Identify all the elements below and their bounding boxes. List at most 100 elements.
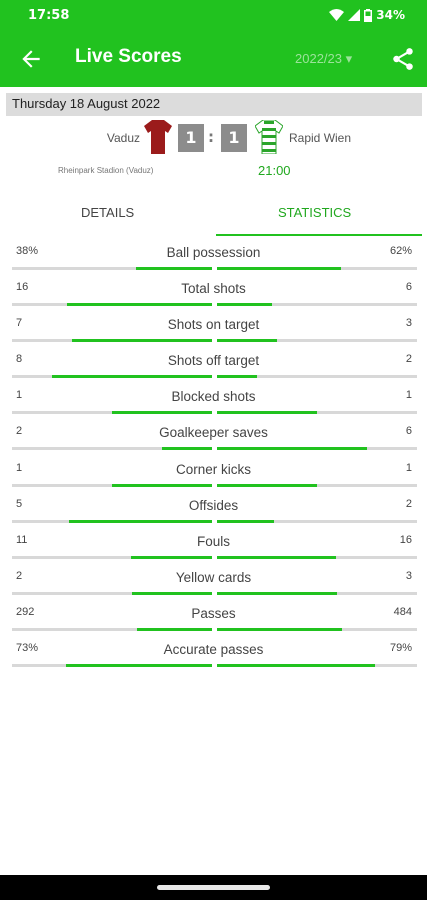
stat-away-bar [217, 591, 337, 595]
stat-label: Accurate passes [163, 642, 264, 658]
stat-home-bar-track [12, 555, 212, 559]
stat-home-bar-track [12, 375, 212, 379]
stat-away-bar-track [217, 664, 417, 668]
statistics-list: 38% Ball possession 62% 16 Total shots 6 7 Shot… [0, 240, 427, 673]
stat-away-value: 6 [405, 281, 412, 294]
stat-away-bar-track [217, 519, 417, 523]
score-separator: : [208, 128, 214, 146]
arrow-back-icon[interactable] [18, 46, 44, 72]
stat-home-bar [112, 483, 212, 487]
stat-row: 1 Corner kicks 1 [0, 457, 427, 493]
stat-home-bar [130, 555, 212, 559]
stat-home-bar-track [12, 447, 212, 451]
stat-away-bar [217, 555, 336, 559]
stat-row: 2 Yellow cards 3 [0, 565, 427, 601]
stat-away-value: 79% [389, 642, 412, 655]
tab-indicator [216, 234, 422, 236]
stat-home-bar [66, 664, 212, 668]
stat-away-value: 2 [405, 353, 412, 366]
stat-away-value: 484 [393, 605, 412, 618]
stat-home-bar-track [12, 519, 212, 523]
stat-row: 73% Accurate passes 79% [0, 637, 427, 673]
stat-home-bar-track [12, 483, 212, 487]
stat-row: 11 Fouls 16 [0, 529, 427, 565]
stat-home-bar [136, 267, 212, 270]
stat-away-bar [217, 483, 317, 487]
stat-label: Goalkeeper saves [159, 425, 268, 441]
stat-away-value: 2 [405, 497, 412, 510]
stat-row: 8 Shots off target 2 [0, 348, 427, 384]
status-bar: 17:58 34% [0, 0, 427, 33]
battery-icon [364, 8, 373, 22]
home-gesture-handle[interactable] [157, 885, 270, 890]
tab-statistics[interactable]: STATISTICS [278, 205, 351, 220]
away-shirt-icon [255, 120, 283, 154]
stat-label: Shots on target [167, 317, 260, 333]
season-selector[interactable]: 2022/23 ▾ [295, 51, 352, 67]
away-score: 1 [221, 124, 247, 152]
home-shirt-icon [144, 120, 172, 154]
away-team-name: Rapid Wien [289, 131, 352, 145]
stat-home-bar-track [12, 591, 212, 595]
stat-away-bar-track [217, 375, 417, 379]
stat-home-bar [66, 303, 212, 307]
stat-home-bar [52, 375, 212, 379]
stat-away-bar [217, 627, 342, 631]
stat-away-value: 1 [405, 389, 412, 402]
stat-home-bar [162, 447, 212, 451]
stat-away-bar-track [217, 447, 417, 451]
stat-label: Blocked shots [171, 389, 256, 405]
stat-away-bar [217, 411, 317, 415]
match-date-bar: Thursday 18 August 2022 [6, 93, 422, 116]
stat-home-bar-track [12, 411, 212, 415]
stat-row: 7 Shots on target 3 [0, 312, 427, 348]
stat-label: Corner kicks [175, 461, 251, 477]
stat-away-value: 1 [405, 461, 412, 474]
stat-home-bar-track [12, 303, 212, 307]
stat-away-value: 3 [405, 317, 412, 330]
stat-away-bar-track [217, 411, 417, 415]
stat-row: 1 Blocked shots 1 [0, 384, 427, 420]
stat-label: Shots off target [167, 353, 260, 369]
stat-home-bar [112, 411, 212, 415]
stat-away-bar [217, 267, 341, 270]
stat-away-bar [217, 303, 272, 307]
stat-row: 5 Offsides 2 [0, 493, 427, 529]
battery-level: 34% [376, 8, 405, 22]
share-icon[interactable] [390, 46, 416, 72]
signal-icon [348, 9, 361, 21]
stat-home-bar-track [12, 664, 212, 668]
stat-home-bar [69, 519, 212, 523]
stat-label: Yellow cards [175, 569, 252, 585]
stat-away-value: 6 [405, 425, 412, 438]
stat-away-bar-track [217, 555, 417, 559]
stat-away-bar-track [217, 339, 417, 343]
stat-away-bar [217, 375, 257, 379]
kickoff-time: 21:00 [258, 163, 291, 178]
stat-away-bar [217, 664, 375, 668]
stat-home-bar-track [12, 339, 212, 343]
stat-row: 16 Total shots 6 [0, 276, 427, 312]
stat-away-bar [217, 519, 275, 523]
status-icons: 34% [329, 8, 405, 22]
stat-label: Passes [191, 605, 236, 621]
system-navigation-bar [0, 875, 427, 900]
stat-away-value: 62% [389, 245, 412, 257]
stat-away-bar-track [217, 627, 417, 631]
stat-home-bar-track [12, 267, 212, 270]
stat-away-bar-track [217, 483, 417, 487]
stat-away-bar-track [217, 267, 417, 270]
wifi-icon [329, 9, 345, 21]
stat-away-value: 16 [399, 533, 412, 546]
stat-home-bar-track [12, 627, 212, 631]
stat-row: 292 Passes 484 [0, 601, 427, 637]
stat-label: Total shots [181, 281, 246, 297]
stat-away-value: 3 [405, 569, 412, 582]
stat-row: 2 Goalkeeper saves 6 [0, 420, 427, 456]
stat-label: Offsides [188, 497, 239, 513]
stat-label: Ball possession [166, 245, 261, 260]
tab-details[interactable]: DETAILS [81, 205, 134, 220]
stat-away-bar [217, 447, 367, 451]
page-title: Live Scores [75, 46, 182, 67]
stat-row: 38% Ball possession 62% [0, 240, 427, 276]
